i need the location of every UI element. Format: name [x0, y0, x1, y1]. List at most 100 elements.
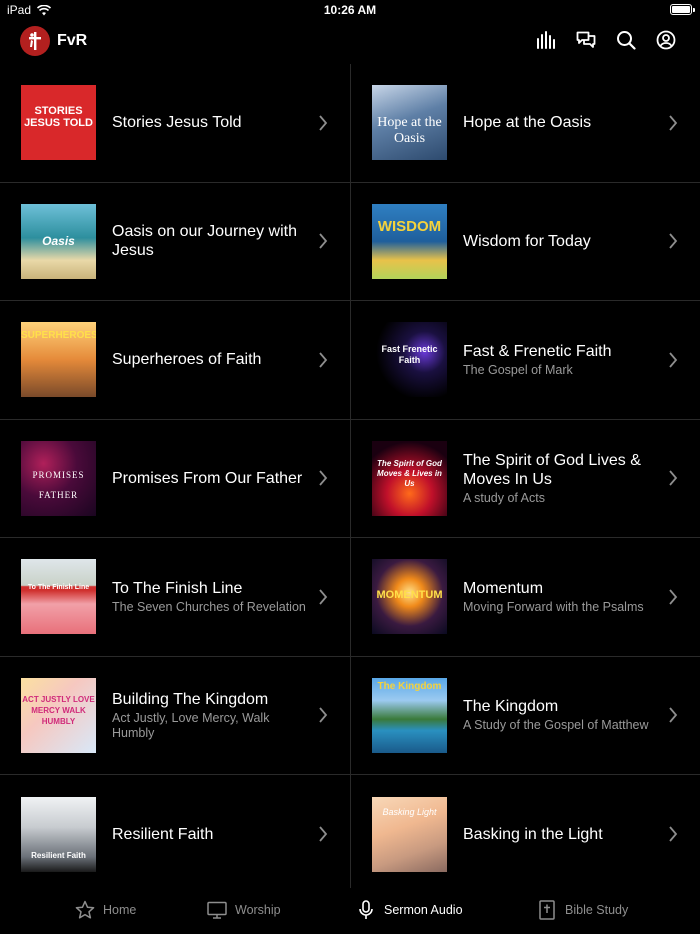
series-cell-resilient-faith[interactable]: Resilient Faith Resilient Faith — [0, 775, 350, 894]
app-name: FvR — [57, 32, 88, 49]
series-text: Promises From Our Father — [112, 469, 310, 488]
series-cell-wisdom-for-today[interactable]: WISDOM Wisdom for Today — [350, 183, 700, 301]
series-thumbnail: STORIES JESUS TOLD — [21, 85, 96, 161]
series-title: Superheroes of Faith — [112, 351, 262, 369]
series-text: Building The Kingdom Act Justly, Love Me… — [112, 690, 310, 741]
series-thumbnail: To The Finish Line — [21, 559, 96, 635]
status-time: 10:26 AM — [323, 3, 377, 17]
tab-label: Worship — [235, 903, 281, 917]
chevron-right-icon — [669, 115, 678, 131]
series-text: Superheroes of Faith — [112, 350, 310, 369]
series-text: Basking in the Light — [463, 825, 660, 844]
series-text: Wisdom for Today — [463, 232, 660, 251]
bars-icon[interactable] — [536, 30, 556, 50]
series-cell-to-the-finish-line[interactable]: To The Finish Line To The Finish Line Th… — [0, 538, 350, 657]
tab-label: Sermon Audio — [384, 903, 463, 917]
series-title: Hope at the Oasis — [463, 114, 592, 132]
series-thumbnail: Oasis — [21, 203, 96, 279]
status-bar: iPad 10:26 AM — [0, 0, 700, 20]
series-thumbnail: SUPERHEROES — [21, 322, 96, 398]
series-title: The Kingdom — [463, 698, 559, 716]
tab-bible-study[interactable]: Bible Study — [537, 900, 628, 920]
thumbnail-text: Fast Frenetic Faith — [381, 344, 438, 366]
star-icon — [75, 900, 95, 919]
tab-sermon-audio[interactable]: Sermon Audio — [356, 900, 463, 920]
series-text: Momentum Moving Forward with the Psalms — [463, 579, 660, 615]
series-text: Oasis on our Journey with Jesus — [112, 222, 310, 260]
thumbnail-text: ACT JUSTLY LOVE MERCY WALK HUMBLY — [22, 694, 95, 726]
thumbnail-text: SUPERHEROES — [21, 330, 96, 342]
series-cell-fast-frenetic-faith[interactable]: Fast Frenetic Faith Fast & Frenetic Fait… — [350, 301, 700, 420]
series-text: Resilient Faith — [112, 825, 310, 844]
thumbnail-text: To The Finish Line — [27, 584, 90, 592]
series-cell-the-kingdom[interactable]: The Kingdom The Kingdom A Study of the G… — [350, 657, 700, 775]
series-cell-superheroes-of-faith[interactable]: SUPERHEROES Superheroes of Faith — [0, 301, 350, 420]
chevron-right-icon — [319, 707, 328, 723]
series-thumbnail: Fast Frenetic Faith — [372, 322, 447, 398]
microphone-icon — [359, 900, 373, 919]
thumbnail-text: Basking Light — [382, 806, 437, 817]
chevron-right-icon — [319, 115, 328, 131]
thumbnail-text: Resilient Faith — [31, 850, 86, 860]
series-text: Stories Jesus Told — [112, 113, 310, 132]
chevron-right-icon — [669, 589, 678, 605]
app-header: FvR — [0, 22, 700, 62]
chevron-right-icon — [669, 352, 678, 368]
header-actions — [536, 30, 676, 50]
tab-label: Bible Study — [565, 903, 629, 917]
series-title: Building The Kingdom — [112, 690, 269, 708]
series-title: Resilient Faith — [112, 825, 214, 843]
chevron-right-icon — [319, 352, 328, 368]
series-thumbnail: PROMISES FATHER — [21, 440, 96, 516]
series-cell-oasis-journey[interactable]: Oasis Oasis on our Journey with Jesus — [0, 183, 350, 301]
search-icon[interactable] — [616, 30, 636, 50]
app-logo[interactable] — [20, 26, 50, 56]
series-title: Wisdom for Today — [463, 232, 591, 250]
series-text: Fast & Frenetic Faith The Gospel of Mark — [463, 342, 660, 378]
series-thumbnail: ACT JUSTLY LOVE MERCY WALK HUMBLY — [21, 677, 96, 753]
series-subtitle: A study of Acts — [463, 490, 545, 505]
bible-icon — [539, 900, 555, 920]
series-title: Stories Jesus Told — [112, 114, 242, 132]
chevron-right-icon — [319, 233, 328, 249]
series-title: The Spirit of God Lives & Moves In Us — [463, 451, 641, 488]
series-subtitle: Act Justly, Love Mercy, Walk Humbly — [112, 710, 270, 740]
series-subtitle: Moving Forward with the Psalms — [463, 599, 644, 614]
tab-home[interactable]: Home — [75, 900, 136, 920]
chevron-right-icon — [669, 470, 678, 486]
thumbnail-text: The Spirit of God Moves & Lives in Us — [377, 458, 442, 488]
thumbnail-text: PROMISES FATHER — [32, 469, 85, 500]
series-title: Basking in the Light — [463, 825, 603, 843]
series-subtitle: The Gospel of Mark — [463, 362, 573, 377]
series-cell-promises-from-our-father[interactable]: PROMISES FATHER Promises From Our Father — [0, 420, 350, 538]
monitor-icon — [207, 901, 227, 919]
series-text: Hope at the Oasis — [463, 113, 660, 132]
series-thumbnail: Resilient Faith — [21, 796, 96, 872]
series-cell-stories-jesus-told[interactable]: STORIES JESUS TOLD Stories Jesus Told — [0, 64, 350, 183]
series-subtitle: The Seven Churches of Revelation — [112, 599, 306, 614]
thumbnail-text: WISDOM — [377, 217, 442, 235]
series-thumbnail: The Spirit of God Moves & Lives in Us — [372, 440, 447, 516]
tab-worship[interactable]: Worship — [207, 900, 281, 920]
chevron-right-icon — [319, 470, 328, 486]
series-cell-basking-in-the-light[interactable]: Basking Light Basking in the Light — [350, 775, 700, 894]
thumbnail-text: MOMENTUM — [376, 589, 443, 602]
series-cell-hope-at-the-oasis[interactable]: Hope at the Oasis Hope at the Oasis — [350, 64, 700, 183]
chevron-right-icon — [669, 233, 678, 249]
series-title: Fast & Frenetic Faith — [463, 342, 612, 360]
thumbnail-text: STORIES JESUS TOLD — [24, 105, 93, 130]
account-icon[interactable] — [656, 30, 676, 50]
cross-figure-icon — [29, 32, 41, 50]
series-title: To The Finish Line — [112, 579, 243, 597]
thumbnail-text: The Kingdom — [377, 680, 442, 692]
series-thumbnail: WISDOM — [372, 203, 447, 279]
series-cell-momentum[interactable]: MOMENTUM Momentum Moving Forward with th… — [350, 538, 700, 657]
chevron-right-icon — [669, 826, 678, 842]
chat-icon[interactable] — [576, 30, 596, 50]
series-cell-building-the-kingdom[interactable]: ACT JUSTLY LOVE MERCY WALK HUMBLY Buildi… — [0, 657, 350, 775]
series-text: To The Finish Line The Seven Churches of… — [112, 579, 310, 615]
chevron-right-icon — [319, 589, 328, 605]
series-title: Oasis on our Journey with Jesus — [112, 223, 297, 260]
series-cell-spirit-of-god[interactable]: The Spirit of God Moves & Lives in Us Th… — [350, 420, 700, 538]
series-thumbnail: Hope at the Oasis — [372, 85, 447, 161]
